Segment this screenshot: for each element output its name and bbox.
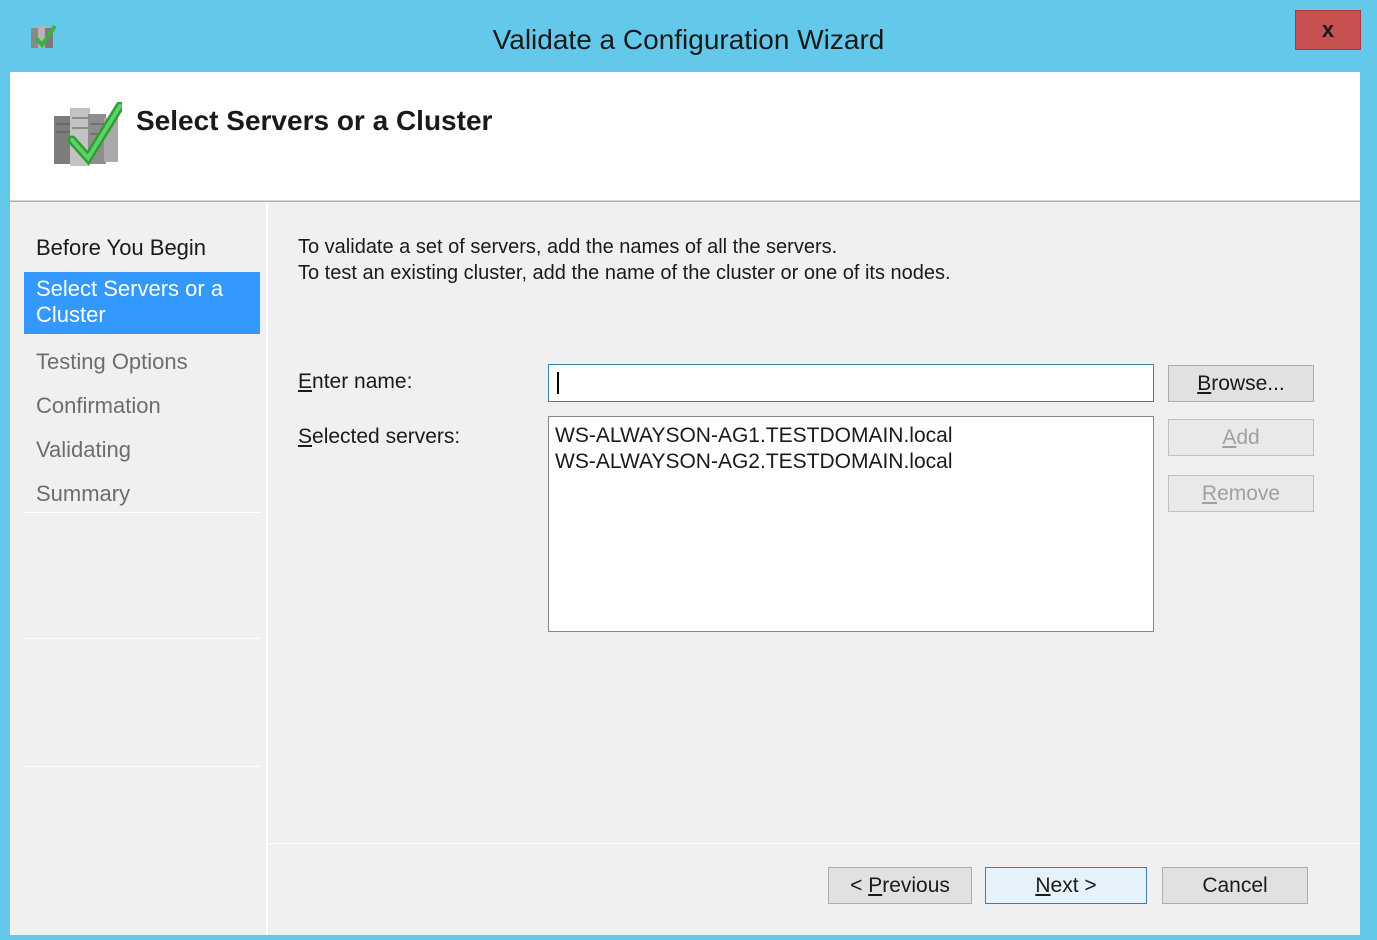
nav-step-validating: Validating — [36, 437, 131, 462]
browse-button-accelerator: B — [1197, 371, 1212, 395]
footer-divider — [268, 843, 1360, 844]
page-title: Select Servers or a Cluster — [136, 105, 493, 136]
step-navigation: Before You Begin Select Servers or a Clu… — [10, 202, 268, 935]
enter-name-label: Enter name: — [298, 370, 412, 394]
next-button[interactable]: Next > — [985, 867, 1147, 904]
add-button-label: dd — [1236, 425, 1260, 449]
nav-divider — [24, 512, 260, 513]
nav-step-summary: Summary — [36, 481, 131, 506]
add-button[interactable]: Add — [1168, 419, 1314, 456]
remove-button[interactable]: Remove — [1168, 475, 1314, 512]
nav-divider — [24, 638, 260, 639]
next-button-accelerator: N — [1035, 873, 1051, 897]
close-icon: x — [1321, 17, 1335, 42]
enter-name-input[interactable] — [548, 364, 1154, 402]
instruction-line-1: To validate a set of servers, add the na… — [298, 236, 838, 258]
instruction-line-2: To test an existing cluster, add the nam… — [298, 262, 951, 284]
list-item[interactable]: WS-ALWAYSON-AG1.TESTDOMAIN.local — [555, 423, 1147, 449]
previous-button[interactable]: < Previous — [828, 867, 972, 904]
list-item[interactable]: WS-ALWAYSON-AG2.TESTDOMAIN.local — [555, 449, 1147, 475]
selected-servers-label-text: elected servers: — [312, 425, 461, 448]
selected-servers-label-accelerator: S — [298, 425, 313, 448]
next-button-label: ext > — [1050, 873, 1097, 897]
enter-name-label-accelerator: E — [298, 370, 313, 393]
servers-checkmark-icon — [50, 101, 125, 172]
wizard-header: Select Servers or a Cluster — [10, 72, 1360, 201]
remove-button-accelerator: R — [1201, 481, 1218, 505]
title-bar[interactable]: Validate a Configuration Wizard x — [0, 0, 1377, 70]
remove-button-label: emove — [1217, 481, 1281, 505]
selected-servers-label: Selected servers: — [298, 425, 460, 449]
previous-button-accelerator: P — [868, 873, 883, 897]
selected-servers-list[interactable]: WS-ALWAYSON-AG1.TESTDOMAIN.local WS-ALWA… — [548, 416, 1154, 632]
instructions: To validate a set of servers, add the na… — [298, 234, 951, 286]
nav-step-select-servers[interactable]: Select Servers or a Cluster — [24, 272, 260, 334]
cancel-button[interactable]: Cancel — [1162, 867, 1308, 904]
enter-name-label-text: nter name: — [312, 370, 413, 393]
close-button[interactable]: x — [1295, 10, 1361, 50]
previous-button-prefix: < — [850, 873, 869, 897]
add-button-accelerator: A — [1222, 425, 1237, 449]
previous-button-label: revious — [882, 873, 950, 897]
nav-divider — [24, 766, 260, 767]
wizard-body: Before You Begin Select Servers or a Clu… — [10, 202, 1360, 935]
browse-button-label: rowse... — [1211, 371, 1285, 395]
wizard-window: Validate a Configuration Wizard x Select… — [0, 0, 1377, 940]
browse-button[interactable]: Browse... — [1168, 365, 1314, 402]
nav-step-before-you-begin[interactable]: Before You Begin — [24, 235, 260, 261]
nav-step-confirmation: Confirmation — [36, 393, 161, 418]
nav-step-testing-options: Testing Options — [36, 349, 188, 374]
content-panel: To validate a set of servers, add the na… — [268, 202, 1360, 935]
window-title: Validate a Configuration Wizard — [492, 24, 885, 55]
text-caret — [557, 372, 559, 394]
